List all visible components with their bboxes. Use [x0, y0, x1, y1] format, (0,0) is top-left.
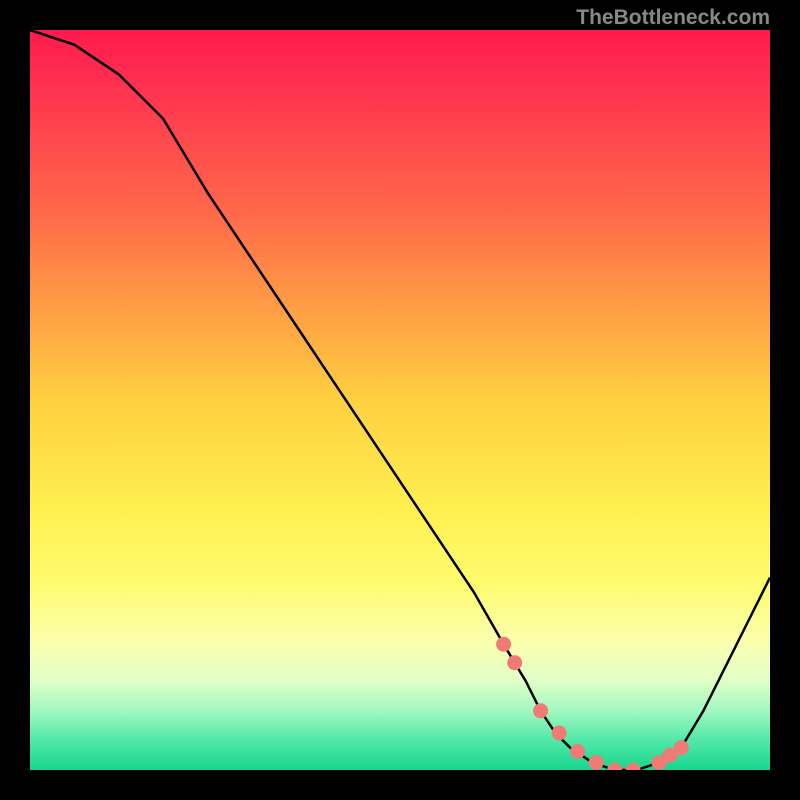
optimal-marker — [626, 763, 641, 771]
branding-text: TheBottleneck.com — [576, 6, 770, 30]
bottleneck-curve — [30, 30, 770, 770]
curve-layer — [30, 30, 770, 770]
optimal-markers — [496, 637, 689, 770]
optimal-marker — [589, 755, 604, 770]
plot-area — [30, 30, 770, 770]
optimal-marker — [570, 744, 585, 759]
optimal-marker — [607, 763, 622, 771]
optimal-marker — [674, 740, 689, 755]
optimal-marker — [496, 637, 511, 652]
optimal-marker — [507, 655, 522, 670]
chart-container: TheBottleneck.com — [0, 0, 800, 800]
optimal-marker — [552, 726, 567, 741]
optimal-marker — [533, 703, 548, 718]
